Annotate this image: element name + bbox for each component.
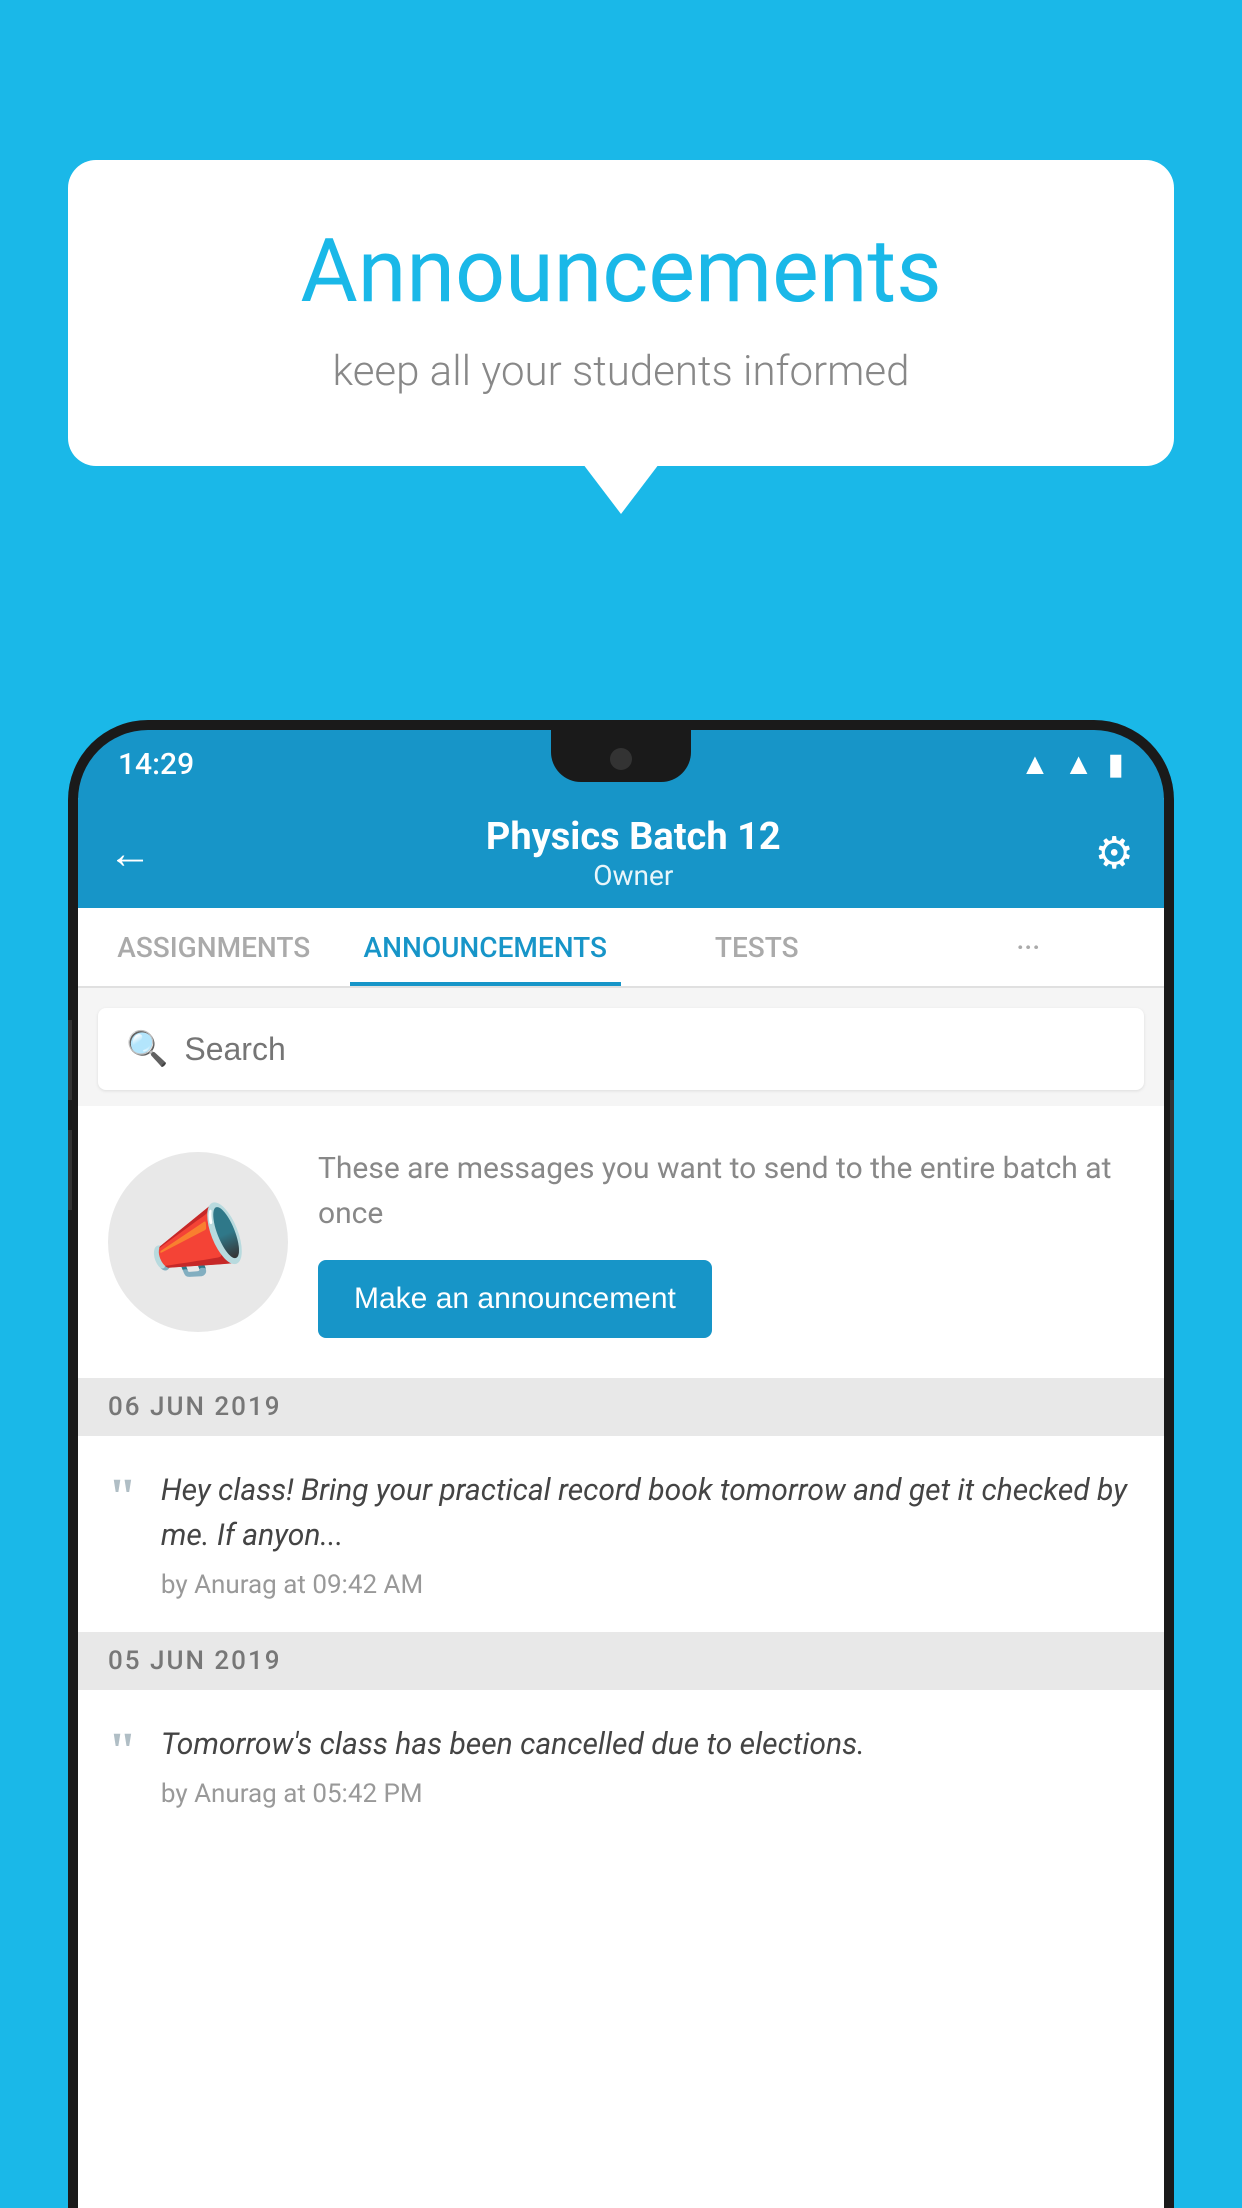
promo-card: 📣 These are messages you want to send to… (78, 1106, 1164, 1378)
wifi-icon: ▲ (1020, 747, 1050, 782)
speech-bubble-subtitle: keep all your students informed (148, 347, 1094, 396)
app-bar: ← Physics Batch 12 Owner ⚙ (78, 798, 1164, 908)
promo-description: These are messages you want to send to t… (318, 1146, 1134, 1236)
battery-icon: ▮ (1107, 747, 1124, 782)
phone-notch (551, 730, 691, 782)
message-content-2: Tomorrow's class has been cancelled due … (161, 1722, 1134, 1809)
search-icon: 🔍 (126, 1029, 168, 1069)
tabs-container: ASSIGNMENTS ANNOUNCEMENTS TESTS ··· (78, 908, 1164, 988)
app-bar-subtitle: Owner (172, 859, 1095, 892)
message-item-1: " Hey class! Bring your practical record… (78, 1436, 1164, 1632)
message-text-2: Tomorrow's class has been cancelled due … (161, 1722, 1134, 1767)
message-author-2: by Anurag at 05:42 PM (161, 1779, 1134, 1809)
power-button[interactable] (1170, 1080, 1174, 1200)
message-author-1: by Anurag at 09:42 AM (161, 1570, 1134, 1600)
back-button[interactable]: ← (108, 827, 152, 879)
volume-up-button[interactable] (68, 1020, 72, 1100)
message-content-1: Hey class! Bring your practical record b… (161, 1468, 1134, 1600)
date-divider-jun6: 06 JUN 2019 (78, 1378, 1164, 1436)
volume-down-button[interactable] (68, 1130, 72, 1210)
signal-icon: ▲ (1064, 747, 1094, 782)
tab-announcements[interactable]: ANNOUNCEMENTS (350, 908, 622, 986)
tab-more[interactable]: ··· (893, 908, 1165, 986)
megaphone-icon: 📣 (148, 1195, 248, 1289)
phone-inner: 14:29 ▲ ▲ ▮ ← Physics Batch 12 Owner ⚙ A… (78, 730, 1164, 2208)
app-content: 🔍 📣 These are messages you want to send … (78, 988, 1164, 1841)
speech-bubble-title: Announcements (148, 220, 1094, 323)
tab-tests[interactable]: TESTS (621, 908, 893, 986)
status-time: 14:29 (118, 747, 194, 782)
speech-bubble-container: Announcements keep all your students inf… (68, 160, 1174, 466)
app-bar-title-container: Physics Batch 12 Owner (172, 815, 1095, 892)
date-divider-jun5: 05 JUN 2019 (78, 1632, 1164, 1690)
message-text-1: Hey class! Bring your practical record b… (161, 1468, 1134, 1558)
search-input[interactable] (184, 1031, 1116, 1068)
make-announcement-button[interactable]: Make an announcement (318, 1260, 712, 1338)
promo-text-area: These are messages you want to send to t… (318, 1146, 1134, 1338)
quote-icon-1: " (108, 1472, 137, 1524)
phone-frame: 14:29 ▲ ▲ ▮ ← Physics Batch 12 Owner ⚙ A… (68, 720, 1174, 2208)
quote-icon-2: " (108, 1726, 137, 1778)
status-icons: ▲ ▲ ▮ (1020, 747, 1124, 782)
app-bar-title: Physics Batch 12 (172, 815, 1095, 859)
settings-icon[interactable]: ⚙ (1095, 827, 1134, 879)
search-bar: 🔍 (98, 1008, 1144, 1090)
speech-bubble: Announcements keep all your students inf… (68, 160, 1174, 466)
promo-icon-circle: 📣 (108, 1152, 288, 1332)
message-item-2: " Tomorrow's class has been cancelled du… (78, 1690, 1164, 1841)
front-camera (610, 748, 632, 770)
phone-screen: ← Physics Batch 12 Owner ⚙ ASSIGNMENTS A… (78, 798, 1164, 2208)
tab-assignments[interactable]: ASSIGNMENTS (78, 908, 350, 986)
